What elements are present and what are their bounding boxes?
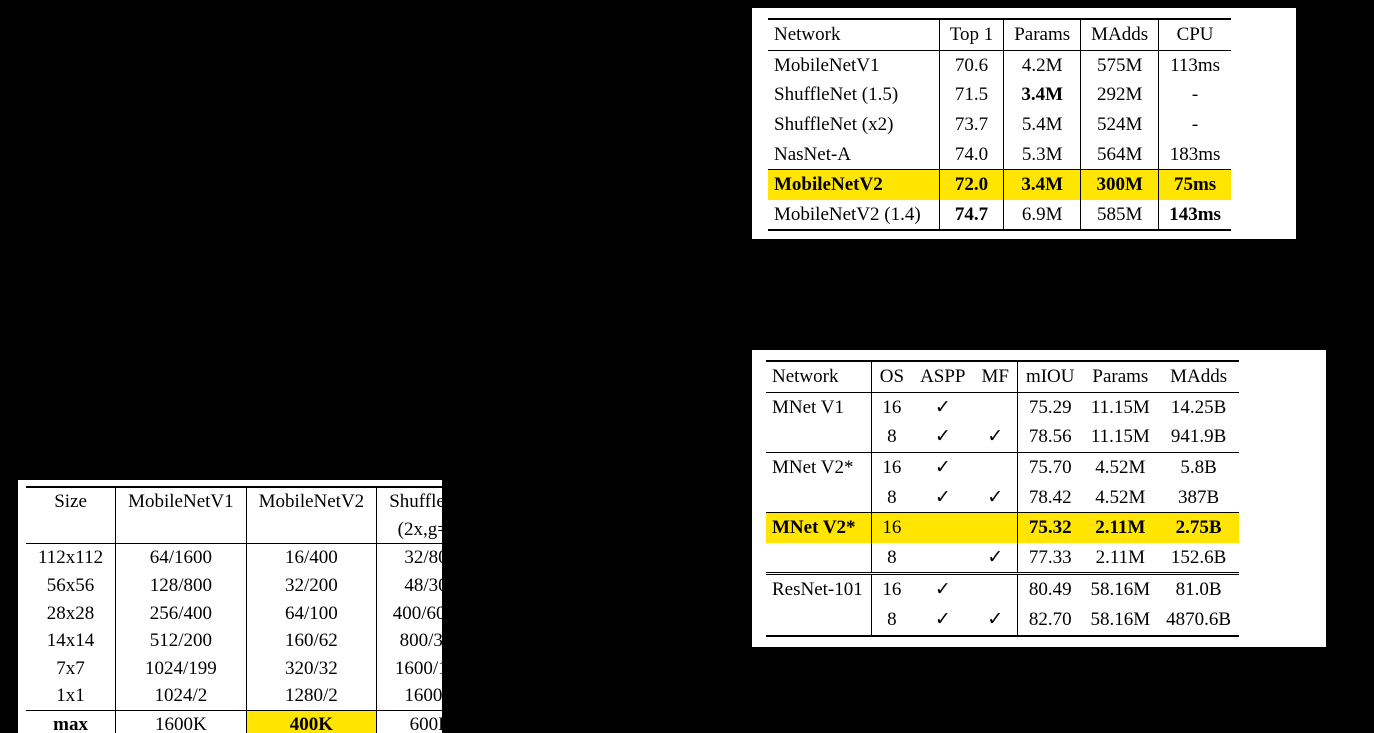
seg-row: 8✓✓78.5611.15M941.9B — [766, 422, 1239, 452]
mem-row: 56x56128/80032/20048/300 — [26, 572, 484, 600]
mem-row: 28x28256/40064/100400/600K — [26, 600, 484, 628]
seg-row: MNet V2*1675.322.11M2.75B — [766, 513, 1239, 543]
panel-seg-table: NetworkOSASPPMFmIOUParamsMAdds MNet V116… — [752, 350, 1326, 647]
panel-imagenet-table: NetworkTop 1ParamsMAddsCPU MobileNetV170… — [752, 8, 1296, 239]
panel-memory-table: SizeMobileNetV1MobileNetV2ShuffleNet (2x… — [18, 480, 442, 733]
seg-row: MNet V2*16✓75.704.52M5.8B — [766, 452, 1239, 482]
seg-row: 8✓77.332.11M152.6B — [766, 543, 1239, 574]
mem-col-shufflenet: ShuffleNet — [377, 487, 485, 516]
memory-table: SizeMobileNetV1MobileNetV2ShuffleNet (2x… — [26, 486, 484, 733]
imagenet-row: MobileNetV2 (1.4)74.76.9M585M143ms — [768, 200, 1231, 231]
imagenet-row: MobileNetV272.03.4M300M75ms — [768, 170, 1231, 200]
seg-col-aspp: ASPP — [912, 361, 973, 392]
seg-row: 8✓✓82.7058.16M4870.6B — [766, 605, 1239, 636]
mem-col-size: Size — [26, 487, 116, 516]
seg-col-madds: MAdds — [1158, 361, 1239, 392]
seg-col-network: Network — [766, 361, 871, 392]
seg-row: MNet V116✓75.2911.15M14.25B — [766, 392, 1239, 422]
seg-row: 8✓✓78.424.52M387B — [766, 483, 1239, 513]
seg-col-params: Params — [1083, 361, 1159, 392]
imagenet-table: NetworkTop 1ParamsMAddsCPU MobileNetV170… — [768, 18, 1231, 231]
imagenet-row: MobileNetV170.64.2M575M113ms — [768, 50, 1231, 80]
mem-col-mobilenetv2: MobileNetV2 — [246, 487, 377, 516]
imagenet-col-cpu: CPU — [1159, 19, 1231, 50]
imagenet-row: ShuffleNet (1.5)71.53.4M292M- — [768, 80, 1231, 110]
imagenet-col-params: Params — [1004, 19, 1081, 50]
seg-col-os: OS — [871, 361, 912, 392]
seg-row: ResNet-10116✓80.4958.16M81.0B — [766, 574, 1239, 605]
mem-row: 7x71024/199320/321600/156 — [26, 655, 484, 683]
mem-row-max: max1600K400K600K — [26, 711, 484, 733]
mem-row: 112x11264/160016/40032/800 — [26, 544, 484, 572]
seg-col-mf: MF — [973, 361, 1017, 392]
segmentation-table: NetworkOSASPPMFmIOUParamsMAdds MNet V116… — [766, 360, 1239, 637]
seg-col-miou: mIOU — [1017, 361, 1082, 392]
imagenet-col-top-1: Top 1 — [939, 19, 1004, 50]
mem-row: 1x11024/21280/21600/3 — [26, 682, 484, 710]
imagenet-row: ShuffleNet (x2)73.75.4M524M- — [768, 110, 1231, 140]
mem-col-mobilenetv1: MobileNetV1 — [116, 487, 247, 516]
imagenet-row: NasNet-A74.05.3M564M183ms — [768, 140, 1231, 170]
imagenet-col-madds: MAdds — [1081, 19, 1159, 50]
imagenet-col-network: Network — [768, 19, 939, 50]
mem-row: 14x14512/200160/62800/310 — [26, 627, 484, 655]
